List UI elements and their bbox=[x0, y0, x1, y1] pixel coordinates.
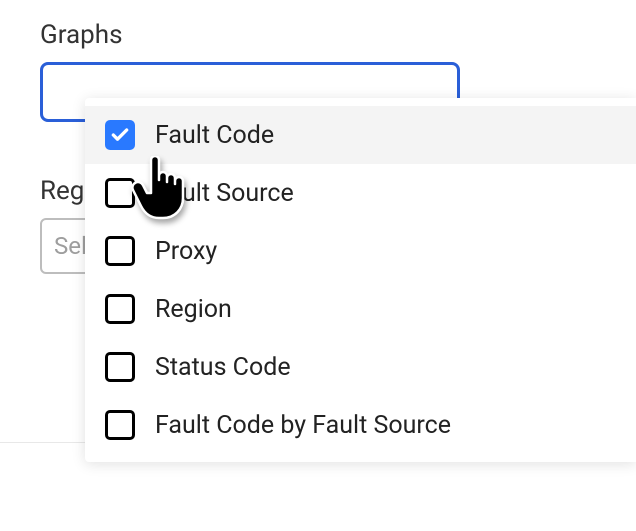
graphs-dropdown-panel: Fault Code Fault Source Proxy Region Sta… bbox=[85, 98, 636, 462]
dropdown-item-label: Region bbox=[155, 295, 232, 324]
checkbox-fault-code-by-fault-source[interactable] bbox=[105, 410, 135, 440]
dropdown-item-status-code[interactable]: Status Code bbox=[85, 338, 636, 396]
checkbox-proxy[interactable] bbox=[105, 236, 135, 266]
checkbox-fault-code[interactable] bbox=[105, 120, 135, 150]
checkbox-region[interactable] bbox=[105, 294, 135, 324]
dropdown-item-label: Fault Code bbox=[155, 121, 274, 150]
dropdown-item-label: Proxy bbox=[155, 237, 217, 266]
dropdown-item-fault-source[interactable]: Fault Source bbox=[85, 164, 636, 222]
dropdown-item-proxy[interactable]: Proxy bbox=[85, 222, 636, 280]
graphs-label: Graphs bbox=[40, 20, 596, 50]
check-icon bbox=[110, 125, 130, 145]
dropdown-item-label: Fault Source bbox=[155, 179, 294, 208]
dropdown-item-label: Status Code bbox=[155, 353, 291, 382]
dropdown-item-region[interactable]: Region bbox=[85, 280, 636, 338]
dropdown-item-fault-code[interactable]: Fault Code bbox=[85, 106, 636, 164]
dropdown-item-fault-code-by-fault-source[interactable]: Fault Code by Fault Source bbox=[85, 396, 636, 454]
checkbox-fault-source[interactable] bbox=[105, 178, 135, 208]
dropdown-item-label: Fault Code by Fault Source bbox=[155, 411, 451, 440]
checkbox-status-code[interactable] bbox=[105, 352, 135, 382]
